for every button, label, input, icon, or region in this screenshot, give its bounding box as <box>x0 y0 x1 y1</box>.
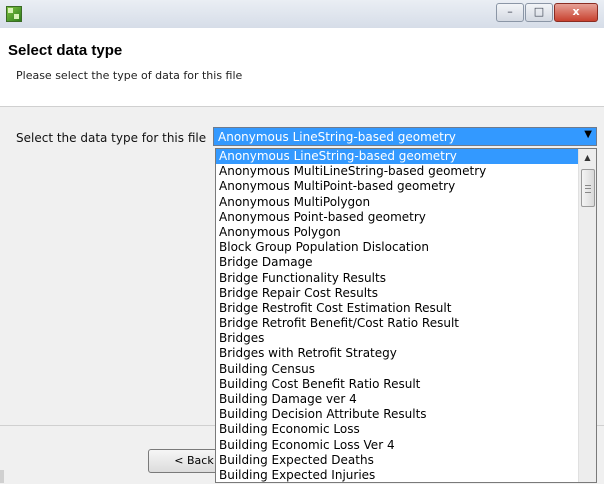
dropdown-option[interactable]: Anonymous MultiPolygon <box>216 195 580 210</box>
data-type-label: Select the data type for this file <box>16 131 207 145</box>
wizard-header: Select data type Please select the type … <box>0 28 604 107</box>
dropdown-option[interactable]: Anonymous MultiPoint-based geometry <box>216 179 580 194</box>
page-subtitle: Please select the type of data for this … <box>16 69 243 82</box>
dropdown-option[interactable]: Building Census <box>216 362 580 377</box>
dropdown-option[interactable]: Bridges with Retrofit Strategy <box>216 346 580 361</box>
dropdown-scrollbar[interactable]: ▲ <box>578 149 596 482</box>
data-type-dropdown-list[interactable]: Anonymous LineString-based geometry Anony… <box>215 148 597 483</box>
grip-icon <box>585 185 591 193</box>
data-type-combo-value: Anonymous LineString-based geometry <box>218 130 456 144</box>
chevron-down-icon[interactable]: ▼ <box>584 129 592 140</box>
window-edge <box>0 470 4 483</box>
minimize-button[interactable]: – <box>496 3 524 22</box>
dropdown-option[interactable]: Building Expected Deaths <box>216 453 580 468</box>
dropdown-option[interactable]: Bridge Retrofit Benefit/Cost Ratio Resul… <box>216 316 580 331</box>
dropdown-option[interactable]: Building Damage ver 4 <box>216 392 580 407</box>
title-bar: – □ x <box>0 0 604 29</box>
dropdown-option[interactable]: Bridge Restrofit Cost Estimation Result <box>216 301 580 316</box>
option-list: Anonymous LineString-based geometry Anony… <box>216 149 580 482</box>
data-type-combo[interactable]: Anonymous LineString-based geometry ▼ <box>213 127 597 146</box>
dropdown-option[interactable]: Bridge Damage <box>216 255 580 270</box>
page-title: Select data type <box>8 42 123 59</box>
dropdown-option[interactable]: Bridge Functionality Results <box>216 271 580 286</box>
scrollbar-thumb[interactable] <box>581 169 595 207</box>
dropdown-option[interactable]: Building Expected Injuries <box>216 468 580 482</box>
dropdown-option[interactable]: Bridge Repair Cost Results <box>216 286 580 301</box>
window-controls: – □ x <box>496 3 598 22</box>
close-button[interactable]: x <box>554 3 598 22</box>
scroll-up-arrow-icon[interactable]: ▲ <box>579 149 596 166</box>
dropdown-option[interactable]: Anonymous MultiLineString-based geometry <box>216 164 580 179</box>
dropdown-option[interactable]: Block Group Population Dislocation <box>216 240 580 255</box>
dropdown-option[interactable]: Building Cost Benefit Ratio Result <box>216 377 580 392</box>
maximize-button[interactable]: □ <box>525 3 553 22</box>
dropdown-option[interactable]: Building Decision Attribute Results <box>216 407 580 422</box>
dropdown-option[interactable]: Bridges <box>216 331 580 346</box>
app-icon <box>6 6 22 22</box>
dropdown-option[interactable]: Building Economic Loss Ver 4 <box>216 438 580 453</box>
dropdown-option[interactable]: Anonymous Polygon <box>216 225 580 240</box>
dropdown-option[interactable]: Anonymous LineString-based geometry <box>216 149 580 165</box>
dropdown-option[interactable]: Building Economic Loss <box>216 422 580 437</box>
dropdown-option[interactable]: Anonymous Point-based geometry <box>216 210 580 225</box>
